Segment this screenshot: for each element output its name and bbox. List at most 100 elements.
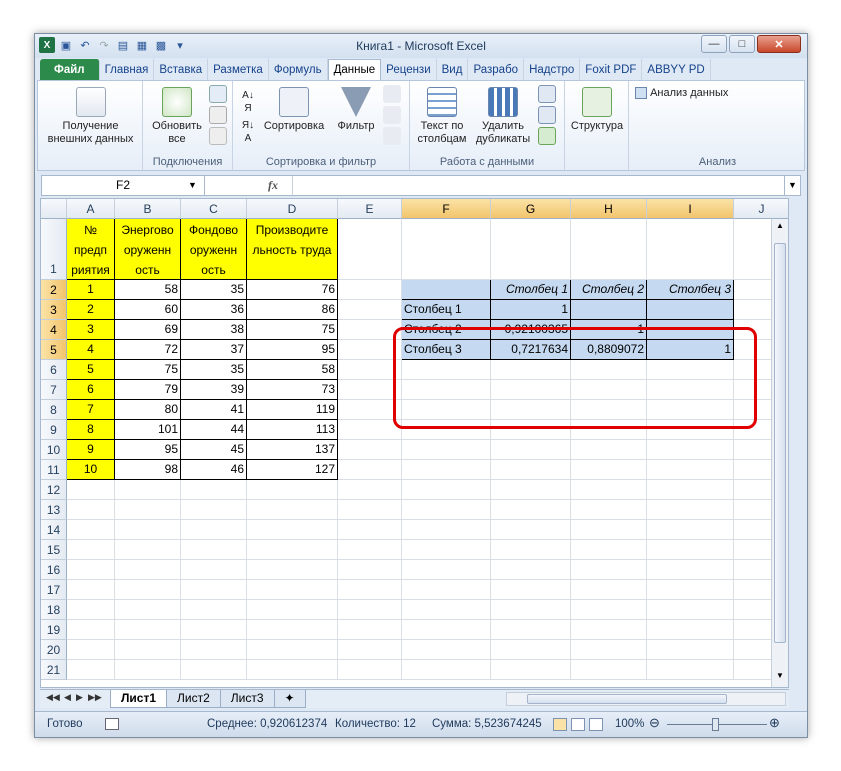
row-header[interactable]: 21: [41, 660, 67, 680]
cell[interactable]: [491, 520, 571, 540]
tab-developer[interactable]: Разрабо: [468, 59, 525, 80]
cell[interactable]: [181, 520, 247, 540]
table-cell[interactable]: 8: [67, 420, 115, 440]
cell[interactable]: [338, 660, 402, 680]
cell[interactable]: [338, 219, 402, 280]
scroll-up-icon[interactable]: ▲: [774, 221, 786, 241]
cell[interactable]: [402, 560, 491, 580]
cell[interactable]: [571, 219, 647, 280]
cell[interactable]: [338, 580, 402, 600]
row-header[interactable]: 10: [41, 440, 67, 460]
cell[interactable]: [247, 480, 338, 500]
normal-view-icon[interactable]: [553, 718, 567, 731]
cell[interactable]: [181, 620, 247, 640]
cell[interactable]: [571, 500, 647, 520]
cell[interactable]: [67, 560, 115, 580]
cell[interactable]: [491, 560, 571, 580]
cell[interactable]: [115, 520, 181, 540]
table-cell[interactable]: 95: [115, 440, 181, 460]
table-header-cell[interactable]: Энергово оруженн ость: [115, 219, 181, 280]
scroll-thumb[interactable]: [774, 243, 786, 643]
cell[interactable]: [571, 600, 647, 620]
col-header[interactable]: F: [402, 199, 491, 219]
cell[interactable]: [115, 640, 181, 660]
zoom-level[interactable]: 100%: [615, 718, 644, 730]
cell[interactable]: [181, 500, 247, 520]
cell[interactable]: [402, 440, 491, 460]
table-cell[interactable]: 58: [247, 360, 338, 380]
table-cell[interactable]: 44: [181, 420, 247, 440]
cell[interactable]: [402, 540, 491, 560]
data-analysis-button[interactable]: Анализ данных: [635, 87, 728, 100]
cell[interactable]: [181, 600, 247, 620]
cell[interactable]: [647, 540, 734, 560]
col-header[interactable]: J: [734, 199, 788, 219]
cell[interactable]: [247, 560, 338, 580]
col-header[interactable]: H: [571, 199, 647, 219]
row-header[interactable]: 7: [41, 380, 67, 400]
cell[interactable]: [571, 460, 647, 480]
table-cell[interactable]: 1: [67, 280, 115, 300]
consolidate-icon[interactable]: [538, 106, 556, 127]
maximize-button[interactable]: □: [729, 35, 755, 53]
page-break-view-icon[interactable]: [589, 718, 603, 731]
corr-col-header[interactable]: Столбец 2: [571, 280, 647, 300]
connections-icon[interactable]: [209, 85, 227, 106]
tab-abbyy[interactable]: ABBYY PD: [642, 59, 711, 80]
advanced-filter-icon[interactable]: [383, 127, 401, 148]
get-external-data-button[interactable]: Получение внешних данных: [42, 87, 139, 146]
table-cell[interactable]: 79: [115, 380, 181, 400]
row-header[interactable]: 5: [41, 340, 67, 360]
cell[interactable]: [67, 480, 115, 500]
cell[interactable]: [571, 520, 647, 540]
col-header[interactable]: C: [181, 199, 247, 219]
hscroll-thumb[interactable]: [527, 694, 727, 704]
insert-sheet-icon[interactable]: ✦: [273, 690, 306, 708]
table-cell[interactable]: 119: [247, 400, 338, 420]
table-cell[interactable]: 72: [115, 340, 181, 360]
cell[interactable]: [571, 640, 647, 660]
cell[interactable]: [338, 440, 402, 460]
cell[interactable]: [571, 440, 647, 460]
table-cell[interactable]: 46: [181, 460, 247, 480]
name-box[interactable]: F2: [42, 176, 205, 195]
cell[interactable]: [647, 560, 734, 580]
tab-addins[interactable]: Надстро: [524, 59, 581, 80]
row-header[interactable]: 12: [41, 480, 67, 500]
cell[interactable]: [338, 620, 402, 640]
table-cell[interactable]: 69: [115, 320, 181, 340]
cell[interactable]: [647, 520, 734, 540]
table-header-cell[interactable]: Фондово оруженн ость: [181, 219, 247, 280]
cell[interactable]: [491, 440, 571, 460]
remove-duplicates-button[interactable]: Удалить дубликаты: [472, 87, 534, 146]
row-header[interactable]: 14: [41, 520, 67, 540]
worksheet-grid[interactable]: A B C D E F G H I J 1 2 3 4 5 6 7 8 9 10…: [40, 198, 789, 688]
col-header[interactable]: D: [247, 199, 338, 219]
cell[interactable]: [402, 219, 491, 280]
cell[interactable]: [338, 540, 402, 560]
cell[interactable]: [402, 640, 491, 660]
cell[interactable]: [115, 660, 181, 680]
tab-home[interactable]: Главная: [100, 59, 155, 80]
tab-page-layout[interactable]: Разметка: [208, 59, 269, 80]
table-cell[interactable]: 76: [247, 280, 338, 300]
table-cell[interactable]: 10: [67, 460, 115, 480]
table-cell[interactable]: 98: [115, 460, 181, 480]
cell[interactable]: [115, 540, 181, 560]
tab-formulas[interactable]: Формуль: [269, 59, 328, 80]
tab-foxit[interactable]: Foxit PDF: [580, 59, 643, 80]
corr-corner-cell[interactable]: [402, 280, 491, 300]
cell[interactable]: [247, 660, 338, 680]
col-header[interactable]: I: [647, 199, 734, 219]
table-cell[interactable]: 137: [247, 440, 338, 460]
cell[interactable]: [247, 600, 338, 620]
cell[interactable]: [647, 660, 734, 680]
cell[interactable]: [491, 460, 571, 480]
cell[interactable]: [181, 540, 247, 560]
text-to-columns-button[interactable]: Текст по столбцам: [414, 87, 470, 146]
table-cell[interactable]: 95: [247, 340, 338, 360]
cell[interactable]: [67, 620, 115, 640]
first-sheet-icon[interactable]: ◀◀: [46, 692, 60, 703]
cell[interactable]: [338, 480, 402, 500]
cell[interactable]: [402, 580, 491, 600]
